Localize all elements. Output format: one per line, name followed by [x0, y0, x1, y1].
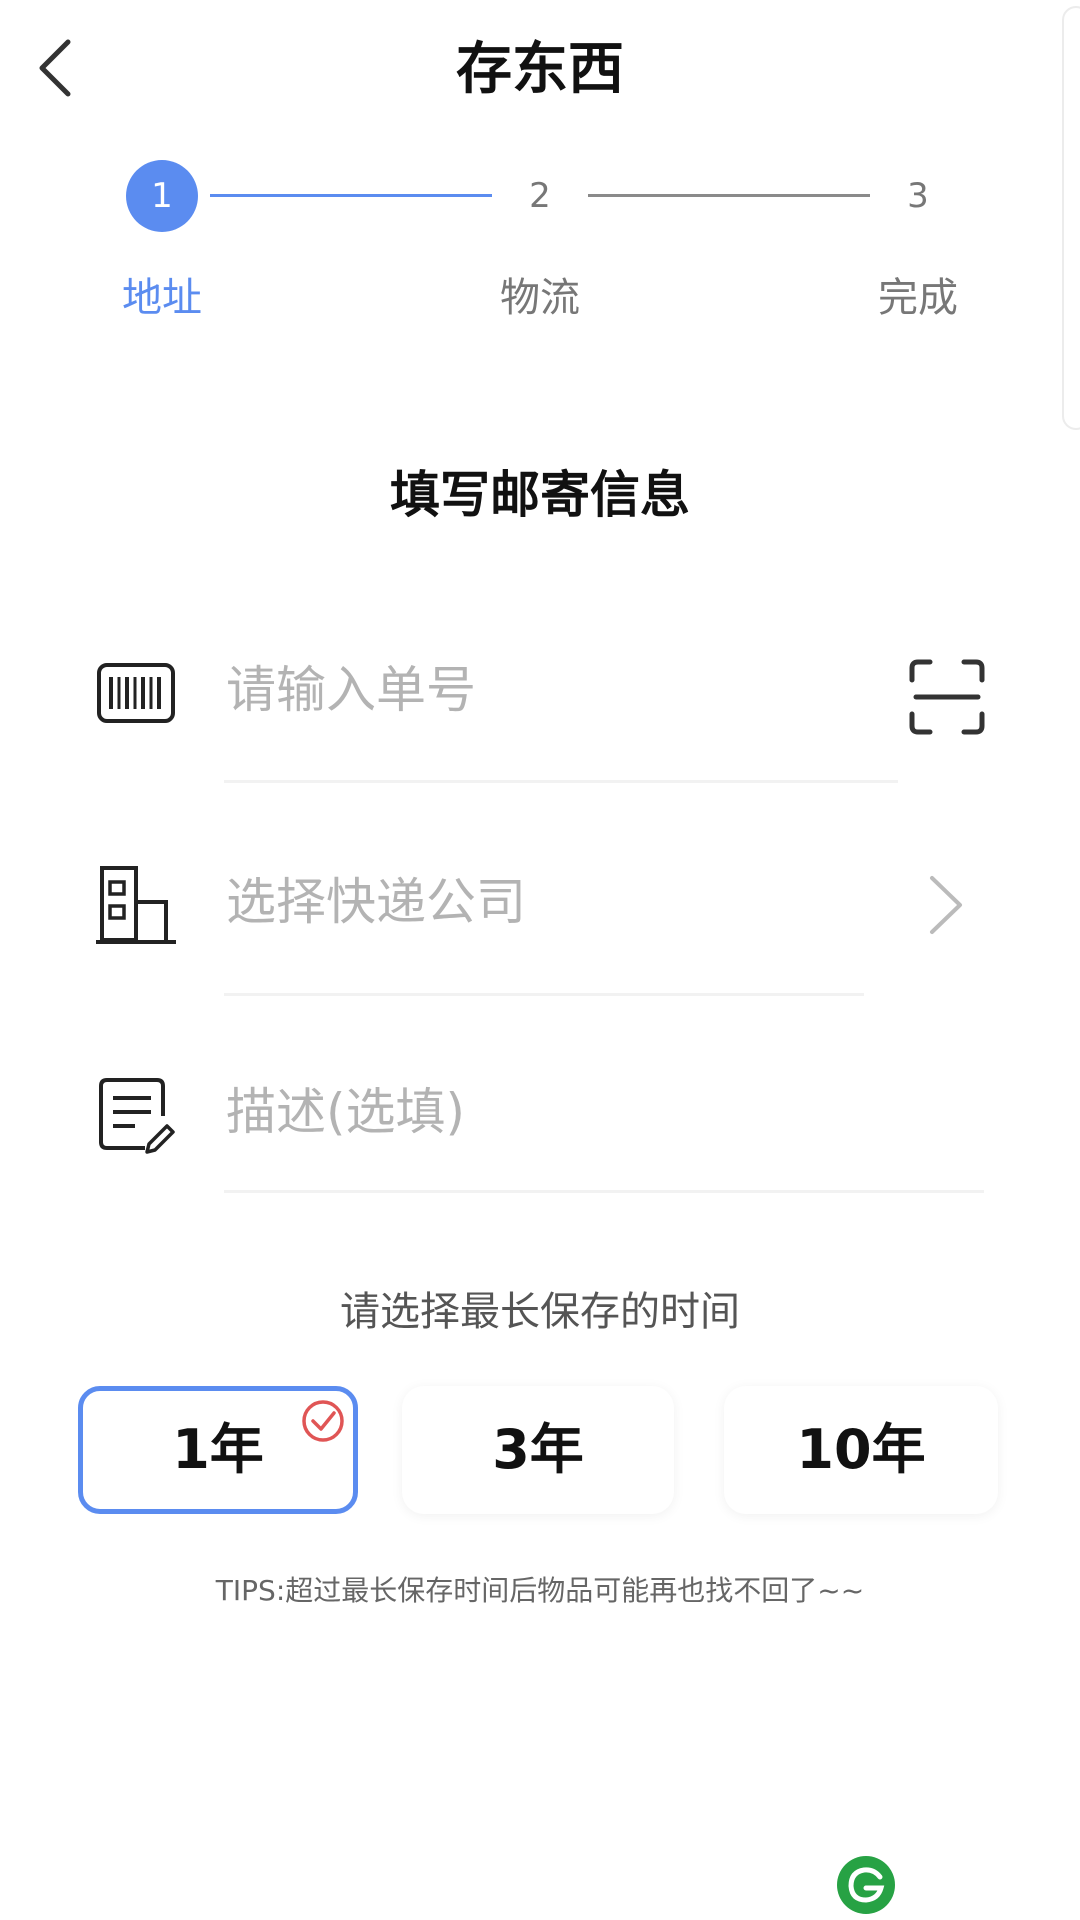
building-icon [94, 862, 178, 946]
tracking-number-input[interactable]: 请输入单号 [226, 650, 866, 730]
step-connector-2 [588, 194, 870, 197]
barcode-icon [95, 651, 179, 735]
page-title: 存东西 [456, 37, 624, 102]
step-2-circle: 2 [529, 176, 551, 216]
courier-chevron[interactable] [918, 870, 974, 940]
step-connector-1 [210, 194, 492, 197]
edit-document-icon [95, 1074, 179, 1158]
tips-text: TIPS:超过最长保存时间后物品可能再也找不回了~~ [215, 1574, 865, 1607]
retention-option-10-years[interactable]: 10年 [724, 1386, 998, 1514]
app-logo [836, 1855, 896, 1915]
courier-underline [224, 993, 864, 996]
retention-label: 请选择最长保存的时间 [340, 1289, 740, 1335]
chevron-right-icon [930, 876, 962, 934]
courier-select[interactable]: 选择快递公司 [226, 862, 866, 942]
step-label-address: 地址 [122, 275, 202, 321]
scan-button[interactable] [906, 656, 988, 738]
step-label-logistics: 物流 [500, 275, 580, 321]
description-input[interactable]: 描述(选填) [226, 1072, 926, 1152]
description-underline [224, 1190, 984, 1193]
step-1-circle: 1 [126, 160, 198, 232]
edge-panel [1062, 6, 1080, 430]
scan-icon [909, 659, 985, 735]
leaf-logo-icon [837, 1856, 895, 1914]
tracking-underline [224, 780, 898, 783]
step-3-circle: 3 [907, 176, 929, 216]
check-icon [300, 1398, 346, 1444]
retention-option-3-years[interactable]: 3年 [402, 1386, 674, 1514]
step-label-complete: 完成 [878, 275, 958, 321]
form-title: 填写邮寄信息 [390, 466, 690, 524]
